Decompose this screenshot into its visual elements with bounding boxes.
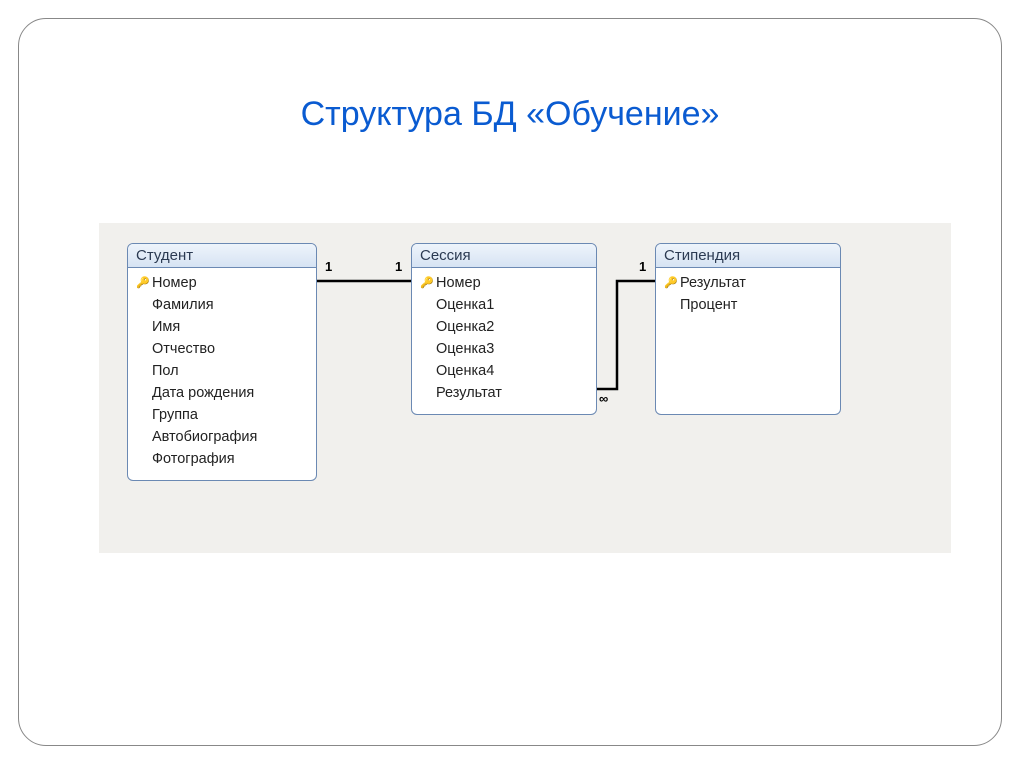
field-name: Результат	[680, 272, 746, 294]
field-name: Фамилия	[152, 294, 214, 316]
field-row: Группа	[134, 404, 310, 426]
field-row: Оценка1	[418, 294, 590, 316]
slide-frame: Структура БД «Обучение» 11∞1 Студент🔑Ном…	[18, 18, 1002, 746]
table-body: 🔑НомерОценка1Оценка2Оценка3Оценка4Резуль…	[412, 268, 596, 412]
field-name: Номер	[152, 272, 197, 294]
table-body: 🔑РезультатПроцент	[656, 268, 840, 324]
field-row: Оценка4	[418, 360, 590, 382]
field-name: Оценка3	[436, 338, 494, 360]
table-box: Стипендия🔑РезультатПроцент	[655, 243, 841, 415]
field-row: 🔑Результат	[662, 272, 834, 294]
primary-key-icon: 🔑	[418, 272, 436, 294]
field-row: 🔑Номер	[134, 272, 310, 294]
primary-key-icon: 🔑	[662, 272, 680, 294]
table-header: Сессия	[412, 244, 596, 268]
key-icon: 🔑	[664, 272, 678, 294]
field-name: Дата рождения	[152, 382, 254, 404]
field-row: Фотография	[134, 448, 310, 470]
table-box: Сессия🔑НомерОценка1Оценка2Оценка3Оценка4…	[411, 243, 597, 415]
field-row: Фамилия	[134, 294, 310, 316]
table-header: Студент	[128, 244, 316, 268]
field-row: Оценка2	[418, 316, 590, 338]
field-row: Результат	[418, 382, 590, 404]
relationship-line	[597, 281, 655, 389]
primary-key-icon: 🔑	[134, 272, 152, 294]
field-name: Результат	[436, 382, 502, 404]
field-row: Процент	[662, 294, 834, 316]
page-title: Структура БД «Обучение»	[19, 95, 1001, 134]
field-name: Оценка1	[436, 294, 494, 316]
cardinality-label: ∞	[599, 391, 608, 406]
cardinality-label: 1	[325, 259, 332, 274]
key-icon: 🔑	[136, 272, 150, 294]
field-name: Оценка4	[436, 360, 494, 382]
cardinality-label: 1	[639, 259, 646, 274]
field-row: Пол	[134, 360, 310, 382]
field-name: Фотография	[152, 448, 235, 470]
field-row: Дата рождения	[134, 382, 310, 404]
field-name: Номер	[436, 272, 481, 294]
field-row: 🔑Номер	[418, 272, 590, 294]
table-box: Студент🔑НомерФамилияИмяОтчествоПолДата р…	[127, 243, 317, 481]
field-name: Оценка2	[436, 316, 494, 338]
table-body: 🔑НомерФамилияИмяОтчествоПолДата рождения…	[128, 268, 316, 478]
field-name: Имя	[152, 316, 180, 338]
field-name: Группа	[152, 404, 198, 426]
field-name: Пол	[152, 360, 179, 382]
table-header: Стипендия	[656, 244, 840, 268]
field-row: Имя	[134, 316, 310, 338]
diagram-canvas: 11∞1 Студент🔑НомерФамилияИмяОтчествоПолД…	[99, 223, 951, 553]
field-row: Отчество	[134, 338, 310, 360]
key-icon: 🔑	[420, 272, 434, 294]
field-name: Автобиография	[152, 426, 257, 448]
field-name: Отчество	[152, 338, 215, 360]
field-row: Автобиография	[134, 426, 310, 448]
field-name: Процент	[680, 294, 737, 316]
cardinality-label: 1	[395, 259, 402, 274]
field-row: Оценка3	[418, 338, 590, 360]
